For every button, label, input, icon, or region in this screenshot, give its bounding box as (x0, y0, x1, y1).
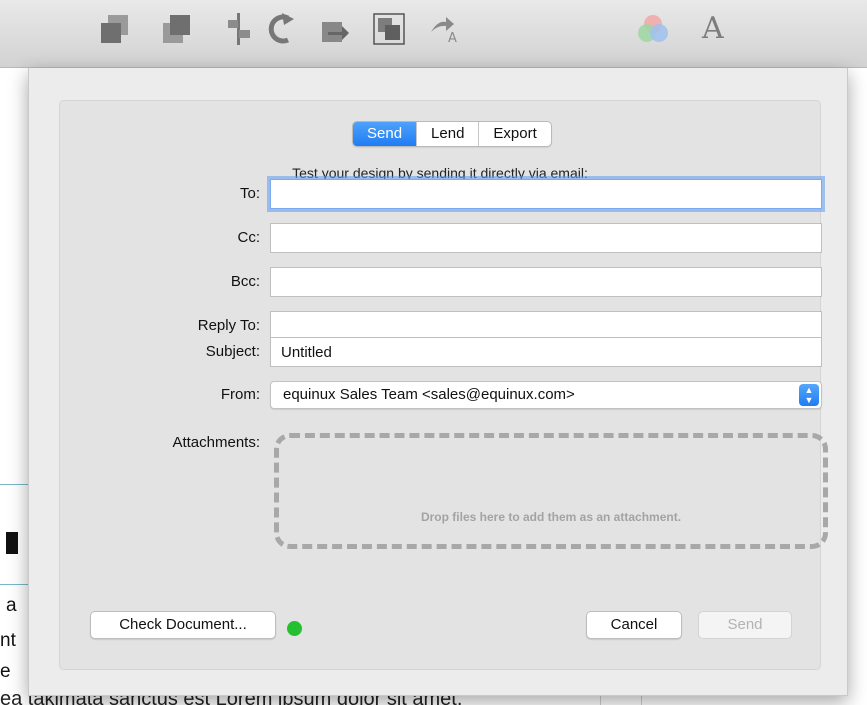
tab-export[interactable]: Export (478, 122, 550, 146)
send-panel: Send Lend Export Test your design by sen… (59, 100, 828, 670)
to-field[interactable] (270, 179, 822, 209)
chevron-up-down-icon: ▲ ▼ (799, 384, 819, 406)
group-icon[interactable] (372, 12, 406, 46)
status-indicator (287, 621, 302, 636)
from-select-value: equinux Sales Team <sales@equinux.com> (283, 386, 575, 403)
to-label: To: (239, 185, 260, 202)
cc-field[interactable] (270, 223, 822, 253)
send-backward-icon[interactable] (160, 12, 194, 46)
cancel-button[interactable]: Cancel (586, 611, 682, 639)
from-label: From: (220, 386, 260, 403)
font-icon[interactable]: A (702, 12, 736, 46)
mode-tabs: Send Lend Export (352, 121, 552, 147)
bcc-field[interactable] (270, 267, 822, 297)
document-text-fragment: a (6, 595, 17, 616)
dropzone-hint: Drop files here to add them as an attach… (420, 510, 682, 524)
attachments-label: Attachments: (172, 434, 260, 451)
check-document-button[interactable]: Check Document... (90, 611, 276, 639)
from-select[interactable]: equinux Sales Team <sales@equinux.com> ▲… (270, 381, 822, 409)
tab-lend[interactable]: Lend (416, 122, 478, 146)
tab-send[interactable]: Send (353, 122, 417, 146)
attachment-dropzone[interactable]: Drop files here to add them as an attach… (274, 433, 828, 549)
toolbar: A A (0, 0, 867, 68)
document-text-fragment: e (0, 661, 11, 682)
color-wheel-icon[interactable] (636, 12, 670, 46)
subject-field[interactable] (270, 337, 822, 367)
bcc-label: Bcc: (230, 273, 260, 290)
text-arrow-icon[interactable]: A (428, 12, 462, 46)
send-sheet: Send Lend Export Test your design by sen… (28, 68, 848, 696)
bring-forward-icon[interactable] (98, 12, 132, 46)
svg-text:A: A (448, 31, 457, 46)
document-text-fragment: nt (0, 630, 16, 651)
document-heading-fragment (6, 532, 18, 554)
arrow-right-icon[interactable] (318, 12, 352, 46)
subject-label: Subject: (205, 343, 260, 360)
send-button[interactable]: Send (698, 611, 792, 639)
cc-label: Cc: (237, 229, 261, 246)
rotate-icon[interactable] (264, 12, 298, 46)
align-icon[interactable] (222, 12, 256, 46)
